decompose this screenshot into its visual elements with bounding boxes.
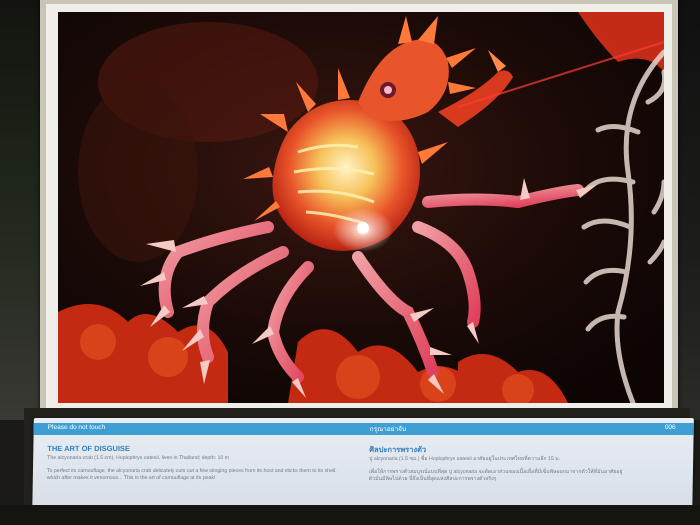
caption-th: ปู alcyonaria (1.5 ซม.) ชื่อ Hoplophrys …	[369, 456, 561, 462]
panel-number: 006	[664, 424, 676, 431]
warning-th: กรุณาอย่าจับ	[369, 426, 407, 433]
caption-panel: Please do not touch กรุณาอย่าจับ 006 THE…	[32, 418, 694, 518]
caption-en: The alcyonaria crab (1.5 cm), Hoplophrys…	[47, 455, 230, 461]
exhibit-scene: Please do not touch กรุณาอย่าจับ 006 THE…	[0, 0, 700, 525]
title-en: THE ART OF DISGUISE	[47, 444, 131, 453]
crab-illustration	[58, 12, 664, 403]
body-en-line-1: To perfect its camouflage, the alcyonari…	[46, 468, 337, 474]
header-bar: Please do not touch กรุณาอย่าจับ 006	[33, 423, 694, 435]
crab-photograph	[58, 12, 664, 403]
left-wall	[0, 0, 44, 420]
ground	[0, 505, 700, 525]
warning-en: Please do not touch	[47, 424, 106, 431]
body-en-line-2: which after makes it venomous... This is…	[46, 475, 216, 481]
body-th-line-2: ตัวมันมีพิษไปด้วย นี่จึงเป็นที่สุดแห่งศิ…	[368, 476, 497, 482]
